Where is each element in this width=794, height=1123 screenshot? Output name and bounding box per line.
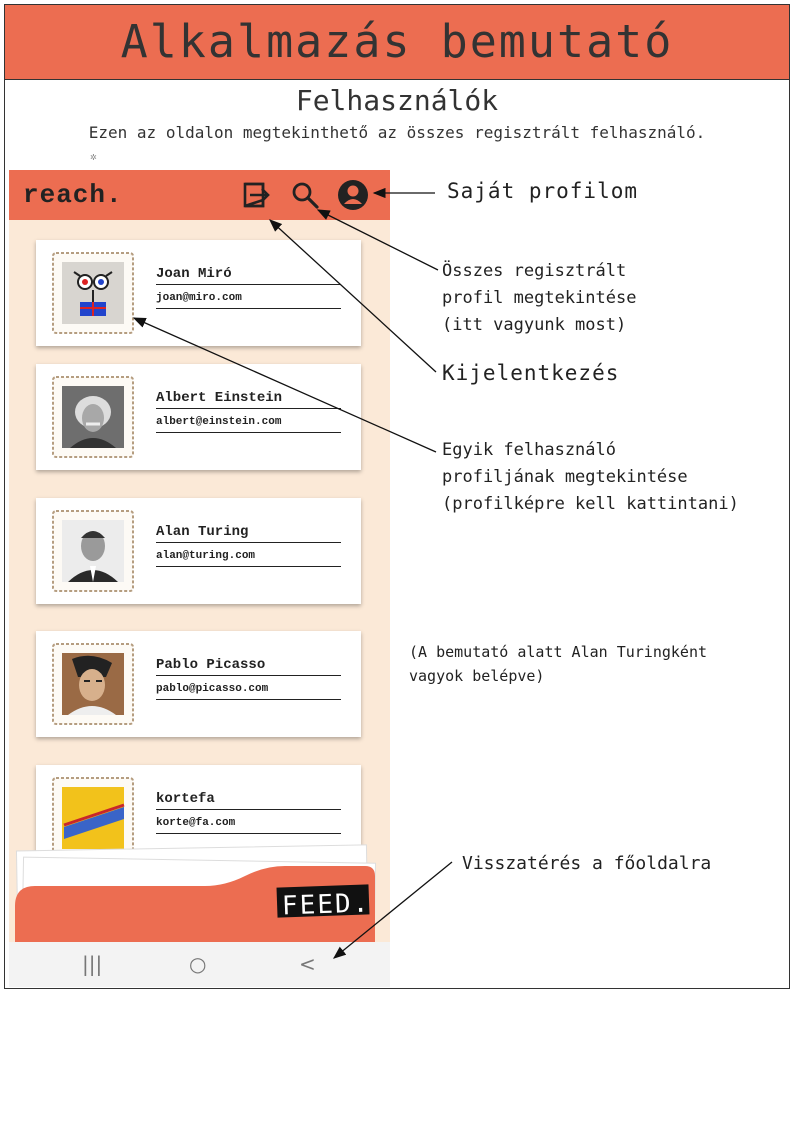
system-nav-bar: ||| ○ < (9, 942, 390, 987)
account-circle-icon[interactable] (337, 179, 369, 211)
back-button[interactable]: < (299, 952, 316, 976)
profile-picture-stamp[interactable] (50, 641, 136, 727)
page-title: Felhasználók (295, 84, 499, 117)
user-email: alan@turing.com (156, 550, 341, 567)
user-card: Pablo Picasso pablo@picasso.com (36, 631, 361, 737)
user-email: pablo@picasso.com (156, 683, 341, 700)
profile-picture-stamp[interactable] (50, 508, 136, 594)
banner: Alkalmazás bemutató (5, 5, 789, 80)
annotation-logged-in: (A bemutató alatt Alan Turingként vagyok… (409, 640, 707, 688)
user-email: albert@einstein.com (156, 416, 341, 433)
user-name: Pablo Picasso (156, 657, 341, 676)
profile-picture-stamp[interactable] (50, 250, 136, 336)
search-icon[interactable] (289, 179, 321, 211)
logout-icon[interactable] (241, 179, 273, 211)
annotation-line: (profilképre kell kattintani) (442, 494, 739, 514)
user-name: Albert Einstein (156, 390, 341, 409)
annotation-user-profile: Egyik felhasználó profiljának megtekinté… (442, 437, 739, 518)
home-button[interactable]: ○ (189, 952, 206, 976)
annotation-line: Összes regisztrált (442, 261, 627, 281)
annotation-line: profil megtekintése (442, 288, 637, 308)
user-email: korte@fa.com (156, 817, 341, 834)
user-card: Alan Turing alan@turing.com (36, 498, 361, 604)
annotation-back-home: Visszatérés a főoldalra (462, 853, 712, 874)
user-email: joan@miro.com (156, 292, 341, 309)
brand-logo: reach. (23, 180, 123, 210)
banner-title: Alkalmazás bemutató (120, 15, 674, 68)
phone-screen: reach. Joan Miró joan@miro.com Albert Ei… (9, 170, 390, 987)
annotation-line: profiljának megtekintése (442, 467, 688, 487)
user-card: Albert Einstein albert@einstein.com (36, 364, 361, 470)
annotation-line: Egyik felhasználó (442, 440, 616, 460)
user-card: Joan Miró joan@miro.com (36, 240, 361, 346)
annotation-line: (itt vagyunk most) (442, 315, 627, 335)
recents-button[interactable]: ||| (82, 952, 102, 976)
profile-picture-stamp[interactable] (50, 374, 136, 460)
app-bar: reach. (9, 170, 390, 220)
page-description: Ezen az oldalon megtekinthető az összes … (88, 123, 706, 142)
user-name: kortefa (156, 791, 341, 810)
feed-label: FEED. (281, 888, 371, 922)
annotation-line: vagyok belépve) (409, 667, 545, 685)
annotation-all-profiles: Összes regisztrált profil megtekintése (… (442, 258, 636, 339)
annotation-line: (A bemutató alatt Alan Turingként (409, 643, 708, 661)
user-name: Alan Turing (156, 524, 341, 543)
small-decor-icon: ✲ (90, 150, 97, 163)
annotation-profile: Saját profilom (447, 179, 639, 203)
user-name: Joan Miró (156, 266, 341, 285)
annotation-logout: Kijelentkezés (442, 361, 620, 385)
